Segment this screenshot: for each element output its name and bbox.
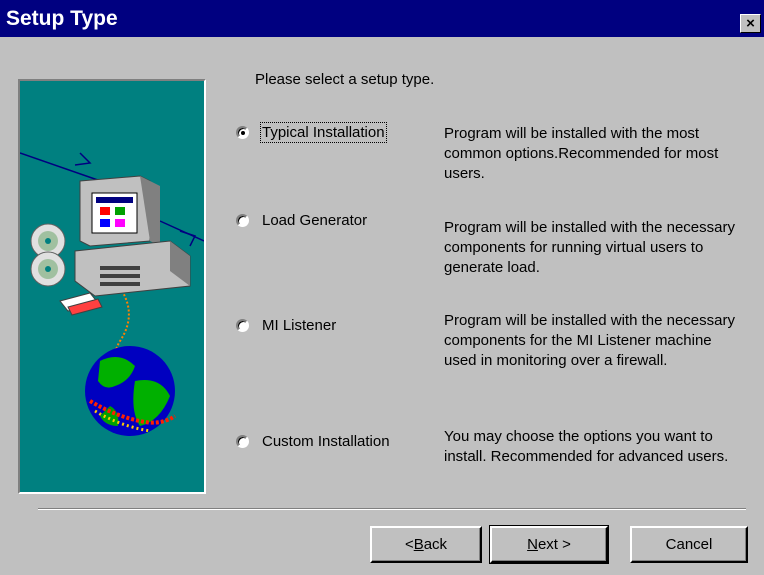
setup-illustration xyxy=(18,79,206,494)
next-label: ext > xyxy=(537,536,571,553)
radio-load-generator[interactable] xyxy=(236,214,249,227)
label-load-generator[interactable]: Load Generator xyxy=(262,212,367,229)
close-icon: × xyxy=(746,15,755,32)
desc-load-generator: Program will be installed with the neces… xyxy=(444,219,735,276)
next-mnemonic: N xyxy=(527,536,538,553)
close-button[interactable]: × xyxy=(740,14,761,33)
label-mi-listener[interactable]: MI Listener xyxy=(262,317,336,334)
desc-custom-installation: You may choose the options you want to i… xyxy=(444,428,729,465)
radio-custom-installation[interactable] xyxy=(236,435,249,448)
radio-mi-listener[interactable] xyxy=(236,319,249,332)
title-bar: Setup Type × xyxy=(0,0,764,37)
back-label: ack xyxy=(423,536,448,553)
setup-type-dialog: Setup Type × Please select a setup type.… xyxy=(0,0,764,575)
computer-illustration xyxy=(20,152,204,436)
setup-prompt: Please select a setup type. xyxy=(255,71,435,88)
back-mnemonic: B xyxy=(413,536,424,553)
cancel-button[interactable]: Cancel xyxy=(630,526,748,563)
label-custom-installation[interactable]: Custom Installation xyxy=(262,433,390,450)
separator-highlight xyxy=(38,509,746,510)
radio-typical-installation[interactable] xyxy=(236,126,249,139)
desc-mi-listener: Program will be installed with the neces… xyxy=(444,312,735,369)
cd-icon xyxy=(30,223,66,287)
cancel-label: Cancel xyxy=(665,536,713,553)
radio-selected-dot xyxy=(241,131,245,135)
globe-icon xyxy=(85,346,177,436)
desc-typical-installation: Program will be installed with the most … xyxy=(444,125,719,182)
back-prefix: < xyxy=(404,536,414,553)
back-button[interactable]: < Back xyxy=(370,526,482,563)
computer-icon xyxy=(74,175,191,297)
next-button[interactable]: Next > xyxy=(489,525,609,564)
label-typical-installation[interactable]: Typical Installation xyxy=(260,122,387,143)
window-title: Setup Type xyxy=(6,7,118,30)
